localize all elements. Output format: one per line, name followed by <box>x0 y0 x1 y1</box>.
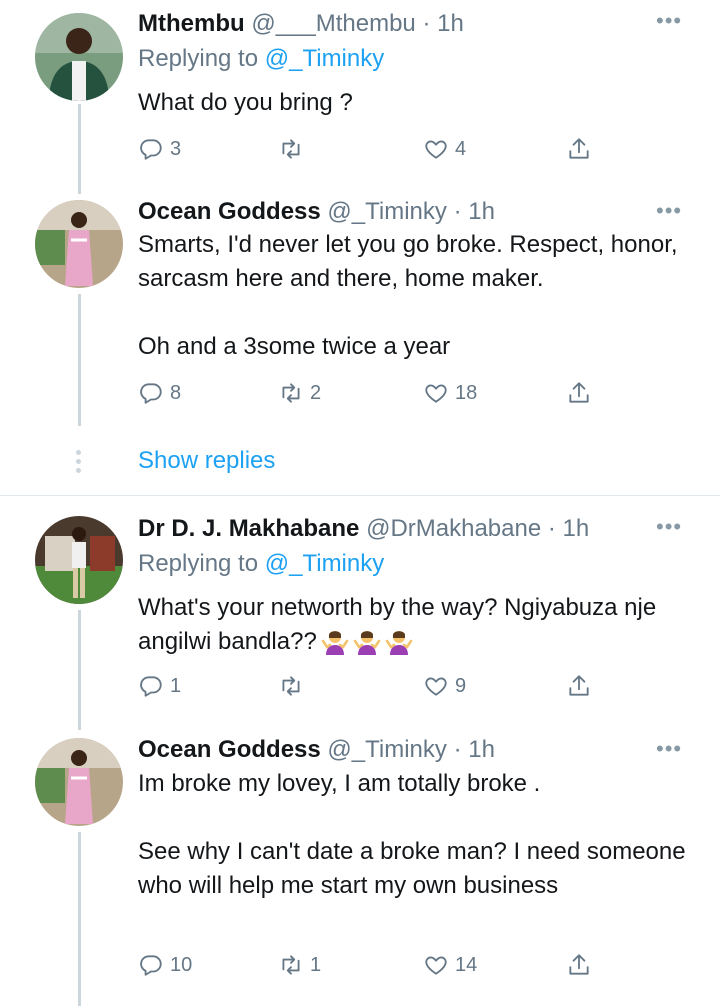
like-button[interactable]: 14 <box>423 950 477 980</box>
timestamp[interactable]: · 1h <box>454 736 495 763</box>
share-button[interactable] <box>566 134 592 164</box>
timestamp[interactable]: · 1h <box>548 515 589 542</box>
reply-button[interactable]: 10 <box>138 950 192 980</box>
tweet-text: Smarts, I'd never let you go broke. Resp… <box>138 231 678 360</box>
timestamp[interactable]: · 1h <box>454 198 495 225</box>
share-button[interactable] <box>566 671 592 701</box>
replying-mention[interactable]: @_Timinky <box>265 550 384 577</box>
person-shrugging-emoji <box>353 627 381 655</box>
replying-to: Replying to @_Timinky <box>138 44 384 74</box>
more-icon[interactable]: ••• <box>656 516 682 538</box>
reply-button[interactable]: 1 <box>138 671 181 701</box>
show-replies-link[interactable]: Show replies <box>138 447 275 475</box>
retweet-icon <box>278 673 304 699</box>
reply-count: 3 <box>170 137 182 160</box>
like-icon <box>423 673 449 699</box>
replying-mention[interactable]: @_Timinky <box>265 45 384 72</box>
display-name[interactable]: Ocean Goddess <box>138 736 321 763</box>
share-icon <box>566 673 592 699</box>
like-count: 18 <box>455 381 478 404</box>
retweet-button[interactable] <box>278 671 310 701</box>
avatar[interactable] <box>35 200 123 288</box>
reply-icon <box>138 673 164 699</box>
thread-line <box>78 294 81 426</box>
tweet-header: Mthembu @___Mthembu · 1h <box>138 9 464 39</box>
like-count: 4 <box>455 137 467 160</box>
tweet-header: Ocean Goddess @_Timinky · 1h <box>138 735 495 765</box>
retweet-button[interactable]: 1 <box>278 950 321 980</box>
tweet-text: Im broke my lovey, I am totally broke . … <box>138 770 686 899</box>
retweet-icon <box>278 136 304 162</box>
tweet-text: What do you bring ? <box>138 89 353 116</box>
reply-button[interactable]: 8 <box>138 378 181 408</box>
like-icon <box>423 380 449 406</box>
thread-line <box>78 610 81 730</box>
replying-to: Replying to @_Timinky <box>138 549 384 579</box>
like-button[interactable]: 18 <box>423 378 477 408</box>
person-shrugging-emoji <box>385 627 413 655</box>
action-bar: 10 1 14 <box>138 950 598 980</box>
thread-more-dots <box>76 450 82 477</box>
reply-button[interactable]: 3 <box>138 134 181 164</box>
more-icon[interactable]: ••• <box>656 738 682 760</box>
person-shrugging-emoji <box>321 627 349 655</box>
handle[interactable]: @___Mthembu <box>251 10 415 37</box>
retweet-icon <box>278 380 304 406</box>
thread-line <box>78 832 81 1006</box>
action-bar: 3 4 <box>138 134 598 164</box>
retweet-button[interactable] <box>278 134 310 164</box>
avatar[interactable] <box>35 13 123 101</box>
tweet-header: Ocean Goddess @_Timinky · 1h <box>138 197 495 227</box>
reply-icon <box>138 136 164 162</box>
like-icon <box>423 952 449 978</box>
thread-line <box>78 104 81 194</box>
display-name[interactable]: Dr D. J. Makhabane <box>138 515 359 542</box>
tweet-header: Dr D. J. Makhabane @DrMakhabane · 1h <box>138 514 589 544</box>
more-icon[interactable]: ••• <box>656 200 682 222</box>
share-icon <box>566 952 592 978</box>
share-icon <box>566 136 592 162</box>
retweet-button[interactable]: 2 <box>278 378 321 408</box>
more-icon[interactable]: ••• <box>656 10 682 32</box>
reply-icon <box>138 952 164 978</box>
like-count: 9 <box>455 674 467 697</box>
like-count: 14 <box>455 953 478 976</box>
handle[interactable]: @DrMakhabane <box>366 515 541 542</box>
reply-count: 10 <box>170 953 193 976</box>
display-name[interactable]: Ocean Goddess <box>138 198 321 225</box>
like-button[interactable]: 4 <box>423 134 466 164</box>
action-bar: 8 2 18 <box>138 378 598 408</box>
retweet-count: 1 <box>310 953 322 976</box>
share-button[interactable] <box>566 378 592 408</box>
reply-count: 8 <box>170 381 182 404</box>
like-button[interactable]: 9 <box>423 671 466 701</box>
avatar[interactable] <box>35 516 123 604</box>
handle[interactable]: @_Timinky <box>327 736 446 763</box>
tweet-text: What's your networth by the way? Ngiyabu… <box>138 591 698 659</box>
like-icon <box>423 136 449 162</box>
timestamp[interactable]: · 1h <box>422 10 463 37</box>
retweet-icon <box>278 952 304 978</box>
handle[interactable]: @_Timinky <box>327 198 446 225</box>
action-bar: 1 9 <box>138 671 598 701</box>
divider <box>0 495 720 496</box>
share-button[interactable] <box>566 950 592 980</box>
display-name[interactable]: Mthembu <box>138 10 245 37</box>
reply-icon <box>138 380 164 406</box>
replying-label: Replying to <box>138 45 259 72</box>
reply-count: 1 <box>170 674 182 697</box>
retweet-count: 2 <box>310 381 322 404</box>
avatar[interactable] <box>35 738 123 826</box>
share-icon <box>566 380 592 406</box>
replying-label: Replying to <box>138 550 259 577</box>
